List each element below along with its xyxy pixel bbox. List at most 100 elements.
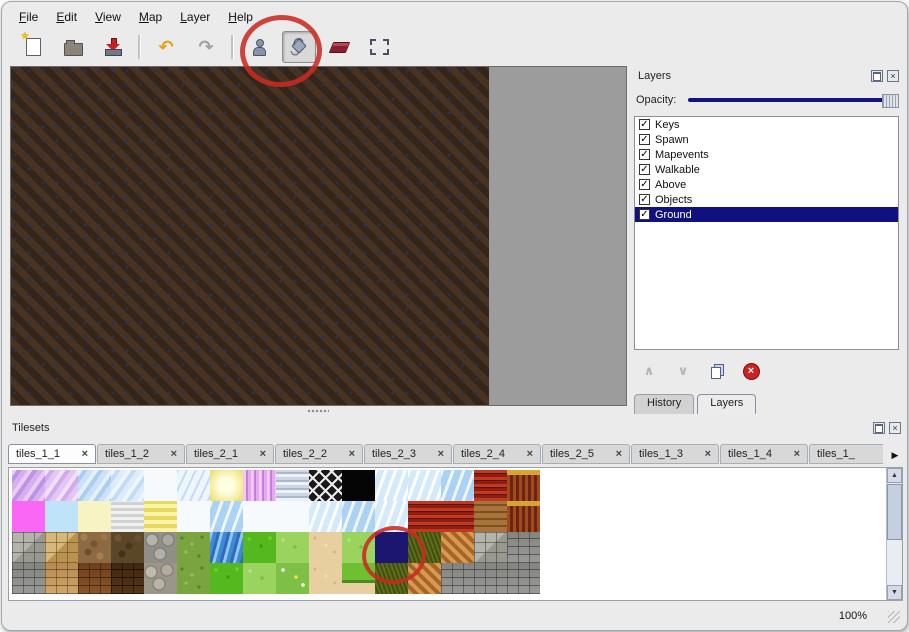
palette-tile-white[interactable] — [276, 501, 309, 532]
lower-layer-button[interactable]: ∨ — [674, 362, 692, 380]
layer-checkbox[interactable]: ✓ — [639, 164, 650, 175]
palette-tile-brick-gray[interactable] — [507, 563, 540, 594]
palette-tile-grass-bright[interactable] — [243, 532, 276, 563]
rect-select-tool-button[interactable] — [362, 31, 396, 63]
palette-tile-stone-gray[interactable] — [474, 532, 507, 563]
fill-tool-button[interactable] — [282, 31, 316, 63]
palette-tile-grassdots[interactable] — [177, 563, 210, 594]
redo-button[interactable]: ↷ — [189, 31, 223, 63]
palette-tile-white[interactable] — [177, 501, 210, 532]
palette-tile-blu2[interactable] — [111, 470, 144, 501]
layer-row-mapevents[interactable]: ✓Mapevents — [635, 147, 898, 162]
tileset-tab-tiles_2_1[interactable]: tiles_2_1× — [186, 444, 274, 464]
layer-row-ground[interactable]: ✓Ground — [635, 207, 898, 222]
palette-tile-grass-edge[interactable] — [342, 563, 375, 594]
palette-tile-grass-light[interactable] — [276, 532, 309, 563]
palette-tile-navy[interactable] — [375, 532, 408, 563]
menu-help[interactable]: Help — [221, 8, 260, 26]
palette-tile-grays[interactable] — [276, 470, 309, 501]
tileset-tab-tiles_1_3[interactable]: tiles_1_3× — [631, 444, 719, 464]
tab-close-icon[interactable]: × — [438, 448, 444, 460]
palette-tile-sky1[interactable] — [309, 501, 342, 532]
palette-tile-violets[interactable] — [243, 470, 276, 501]
palette-tile-cobble[interactable] — [144, 532, 177, 563]
open-map-button[interactable] — [56, 31, 90, 63]
palette-tile-brick-gray[interactable] — [474, 563, 507, 594]
float-panel-icon[interactable] — [873, 422, 885, 434]
palette-tile-water[interactable] — [210, 532, 243, 563]
layer-checkbox[interactable]: ✓ — [639, 134, 650, 145]
scroll-up-button[interactable]: ▲ — [887, 468, 902, 483]
opacity-slider-handle[interactable] — [882, 94, 899, 108]
palette-tile-grass-bright[interactable] — [210, 563, 243, 594]
tab-close-icon[interactable]: × — [171, 448, 177, 460]
map-canvas[interactable] — [10, 66, 627, 406]
palette-tile-sky2[interactable] — [342, 501, 375, 532]
resize-grip[interactable] — [888, 611, 900, 623]
menu-edit[interactable]: Edit — [49, 8, 84, 26]
panel-tab-history[interactable]: History — [634, 394, 694, 414]
palette-tile-wood[interactable] — [474, 501, 507, 532]
palette-tile-brick-dark[interactable] — [111, 563, 144, 594]
layer-checkbox[interactable]: ✓ — [639, 209, 650, 220]
tileset-tab-tiles_2_5[interactable]: tiles_2_5× — [542, 444, 630, 464]
tileset-tab-tiles_1_[interactable]: tiles_1_× — [809, 444, 883, 464]
tab-close-icon[interactable]: × — [705, 448, 711, 460]
tileset-tab-tiles_2_2[interactable]: tiles_2_2× — [275, 444, 363, 464]
delete-layer-button[interactable]: × — [742, 362, 760, 380]
horizontal-splitter[interactable] — [10, 406, 625, 416]
stamp-tool-button[interactable] — [242, 31, 276, 63]
palette-tile-white[interactable] — [144, 470, 177, 501]
palette-tile-stone-gray[interactable] — [12, 532, 45, 563]
scroll-down-button[interactable]: ▼ — [887, 585, 902, 600]
palette-tile-pillar[interactable] — [507, 470, 540, 501]
palette-scrollbar[interactable]: ▲ ▼ — [886, 468, 902, 600]
palette-tile-sky1[interactable] — [375, 501, 408, 532]
tileset-tab-tiles_2_3[interactable]: tiles_2_3× — [364, 444, 452, 464]
palette-tile-lattice[interactable] — [309, 470, 342, 501]
palette-tile-pillar[interactable] — [507, 501, 540, 532]
save-map-button[interactable] — [96, 31, 130, 63]
tab-close-icon[interactable]: × — [527, 448, 533, 460]
palette-tile-pyellow[interactable] — [78, 501, 111, 532]
palette-tile-roof[interactable] — [441, 501, 474, 532]
menu-file[interactable]: File — [12, 8, 45, 26]
palette-tile-sky1[interactable] — [408, 470, 441, 501]
tab-close-icon[interactable]: × — [349, 448, 355, 460]
palette-tile-brick-gray[interactable] — [441, 563, 474, 594]
palette-tile-roof[interactable] — [474, 470, 507, 501]
tileset-tab-tiles_1_2[interactable]: tiles_1_2× — [97, 444, 185, 464]
panel-tab-layers[interactable]: Layers — [697, 394, 756, 414]
palette-tile-white[interactable] — [243, 501, 276, 532]
palette-tile-sand[interactable] — [309, 563, 342, 594]
palette-tile-roof[interactable] — [408, 501, 441, 532]
close-panel-icon[interactable]: × — [887, 70, 899, 82]
palette-tile-magenta[interactable] — [12, 501, 45, 532]
palette-tile-pblue[interactable] — [45, 501, 78, 532]
palette-tile-blu1[interactable] — [78, 470, 111, 501]
tileset-tab-tiles_2_4[interactable]: tiles_2_4× — [453, 444, 541, 464]
scroll-tabs-right-button[interactable]: ▶ — [887, 447, 903, 463]
palette-tile-black[interactable] — [342, 470, 375, 501]
close-panel-icon[interactable]: × — [889, 422, 901, 434]
palette-tile-flowers[interactable] — [276, 563, 309, 594]
palette-tile-sky2[interactable] — [210, 501, 243, 532]
layer-row-above[interactable]: ✓Above — [635, 177, 898, 192]
opacity-slider[interactable] — [688, 93, 899, 107]
palette-tile-stone-tan[interactable] — [45, 532, 78, 563]
palette-tile-sky1[interactable] — [375, 470, 408, 501]
undo-button[interactable]: ↶ — [149, 31, 183, 63]
palette-tile-lav2[interactable] — [45, 470, 78, 501]
tileset-tab-tiles_1_4[interactable]: tiles_1_4× — [720, 444, 808, 464]
menu-view[interactable]: View — [88, 8, 128, 26]
new-map-button[interactable]: ★ — [16, 31, 50, 63]
palette-tile-brick-gray[interactable] — [12, 563, 45, 594]
layer-row-spawn[interactable]: ✓Spawn — [635, 132, 898, 147]
palette-tile-bluwisp[interactable] — [177, 470, 210, 501]
palette-tile-brick-gray[interactable] — [507, 532, 540, 563]
layer-checkbox[interactable]: ✓ — [639, 119, 650, 130]
menu-layer[interactable]: Layer — [173, 8, 217, 26]
palette-tile-yband[interactable] — [144, 501, 177, 532]
palette-tile-sand[interactable] — [309, 532, 342, 563]
scrollbar-thumb[interactable] — [887, 484, 902, 540]
